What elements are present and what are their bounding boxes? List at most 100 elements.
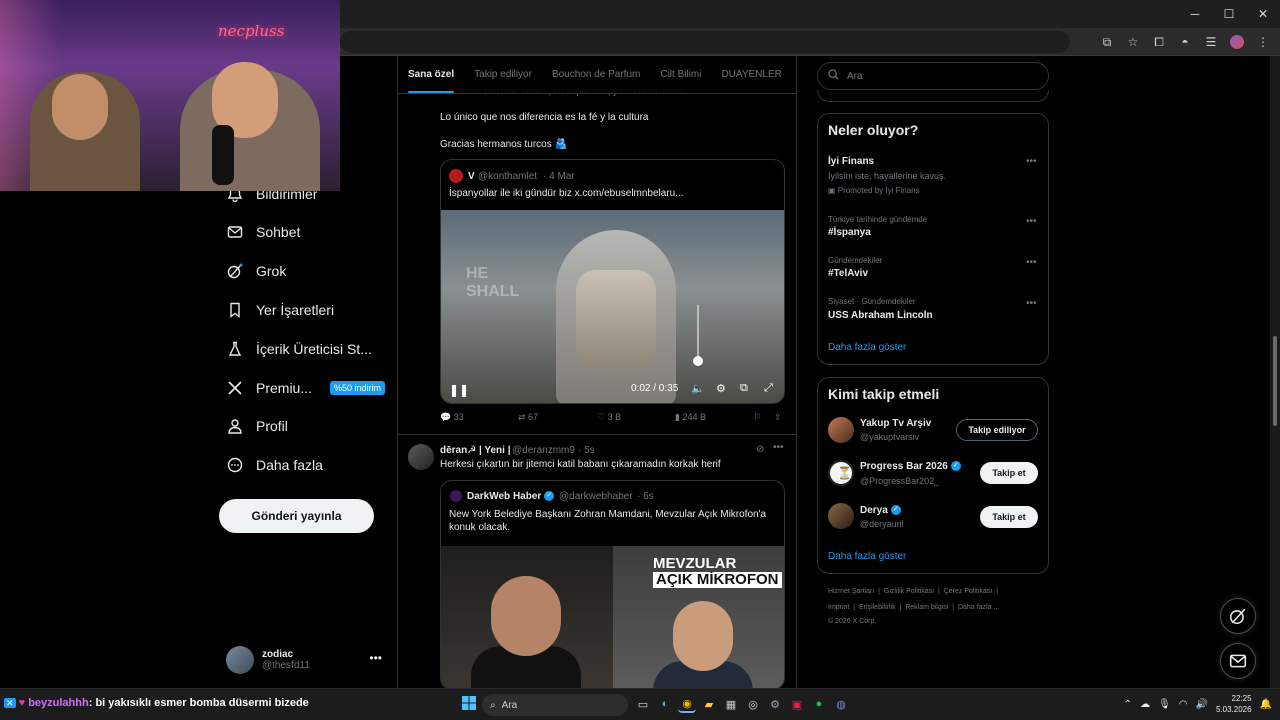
trend-name[interactable]: #TelAviv (828, 268, 868, 279)
tab-duayenler[interactable]: DUAYENLER (711, 56, 791, 93)
suggestion-name[interactable]: Progress Bar 2026 ✓ (860, 461, 961, 472)
promo-name[interactable]: İyi Finans (828, 156, 874, 167)
sidebar-item-more[interactable]: Daha fazla (226, 449, 323, 481)
url-input[interactable] (340, 31, 1070, 53)
footer-link[interactable]: Reklam bilgisi (905, 604, 948, 611)
minimize-button[interactable]: ─ (1178, 0, 1212, 28)
messages-fab[interactable] (1220, 643, 1256, 679)
page-scrollbar[interactable] (1270, 56, 1280, 688)
account-switcher[interactable]: zodiac @thesfd11 ••• (226, 643, 386, 677)
volume-icon[interactable]: 🔊 (1196, 699, 1208, 710)
follow-button[interactable]: Takip et (980, 462, 1038, 484)
avatar[interactable] (408, 444, 434, 470)
quoted-tweet[interactable]: DarkWeb Haber ✓ @darkwebhaber · 6s New Yo… (440, 480, 785, 690)
terminal-icon[interactable]: ▦ (722, 695, 740, 713)
incognito-icon[interactable]: ◓ (1172, 28, 1198, 56)
scrollbar-thumb[interactable] (1273, 336, 1277, 426)
show-more-link[interactable]: Daha fazla göster (828, 342, 906, 353)
edge-icon[interactable]: ◐ (656, 695, 674, 713)
grok-fab[interactable] (1220, 598, 1256, 634)
footer-link[interactable]: Daha fazla ... (958, 604, 999, 611)
windows-start-icon[interactable] (462, 696, 478, 712)
avatar[interactable] (828, 503, 854, 529)
post-button[interactable]: Gönderi yayınla (219, 499, 374, 533)
footer-link[interactable]: Gizlilik Politikası (884, 588, 934, 595)
like-button[interactable]: ♡ 3 B (597, 412, 621, 423)
obs-icon[interactable]: ◎ (744, 695, 762, 713)
maximize-button[interactable]: ☐ (1212, 0, 1246, 28)
quote-image[interactable] (441, 546, 613, 689)
pause-icon[interactable]: ❚❚ (449, 383, 469, 397)
following-button[interactable]: Takip ediliyor (956, 419, 1038, 441)
clock[interactable]: 22:25 5.03.2026 (1216, 693, 1252, 715)
tab-cilt-bilimi[interactable]: Cilt Bilimi (650, 56, 711, 93)
account-name: zodiac (262, 649, 294, 660)
sidebar-item-bookmarks[interactable]: Yer İşaretleri (226, 294, 334, 326)
grok-icon[interactable]: ⊘ (756, 444, 764, 455)
footer-link[interactable]: Hizmet Şartları (828, 588, 874, 595)
taskbar-search[interactable]: ⌕ Ara (482, 694, 628, 716)
close-window-button[interactable]: ✕ (1246, 0, 1280, 28)
tab-bouchon-de-parfum[interactable]: Bouchon de Parfum (542, 56, 650, 93)
more-dots-icon[interactable]: ••• (1026, 156, 1037, 167)
more-dots-icon[interactable]: ••• (1026, 257, 1037, 268)
settings-gear-icon[interactable]: ⚙ (716, 382, 726, 395)
browser-menu-icon[interactable]: ⋮ (1250, 28, 1276, 56)
bookmark-button[interactable]: ⚐ (753, 412, 761, 423)
reply-button[interactable]: 💬 33 (440, 412, 464, 423)
steam-icon[interactable]: ⚙ (766, 695, 784, 713)
tab-following[interactable]: Takip ediliyor (464, 56, 542, 93)
footer-link[interactable]: Imprint (828, 604, 849, 611)
star-bookmark-icon[interactable]: ☆ (1120, 28, 1146, 56)
fullscreen-icon[interactable]: ⤢ (764, 382, 773, 395)
sidebar-item-creator-studio[interactable]: İçerik Üreticisi St... (226, 333, 372, 365)
profile-icon[interactable] (1224, 28, 1250, 56)
chevron-up-icon[interactable]: ⌃ (1124, 699, 1132, 710)
trend-name[interactable]: USS Abraham Lincoln (828, 310, 933, 321)
file-explorer-icon[interactable]: ▰ (700, 695, 718, 713)
search-input[interactable]: Ara (817, 62, 1049, 90)
volume-icon[interactable]: 🔈 (691, 382, 705, 395)
show-more-link[interactable]: Daha fazla göster (828, 551, 906, 562)
more-dots-icon[interactable]: ••• (369, 651, 382, 665)
suggestion-name[interactable]: Yakup Tv Arşiv (860, 418, 931, 429)
views-button[interactable]: ▮ 244 B (675, 412, 706, 423)
sidebar-item-chat[interactable]: Sohbet (226, 216, 300, 248)
more-dots-icon[interactable]: ••• (773, 442, 784, 453)
mic-icon[interactable]: 🎙 (1158, 699, 1171, 710)
onedrive-icon[interactable]: ☁ (1140, 699, 1150, 710)
more-dots-icon[interactable]: ••• (1026, 298, 1037, 309)
follow-button[interactable]: Takip et (980, 506, 1038, 528)
task-view-icon[interactable]: ▭ (634, 695, 652, 713)
tab-for-you[interactable]: Sana özel (398, 56, 464, 93)
trend-name[interactable]: #İspanya (828, 227, 871, 238)
repost-button[interactable]: ⇄ 67 (518, 412, 538, 423)
chrome-icon[interactable]: ◉ (678, 695, 696, 713)
extensions-icon[interactable]: ⧠ (1146, 28, 1172, 56)
video-player[interactable]: HE SHALL ❚❚ 0:02 / 0:35 🔈 ⚙ ⧉ ⤢ (441, 210, 784, 403)
notification-bell-icon[interactable]: 🔔 (1260, 699, 1272, 710)
share-button[interactable]: ⇪ (774, 412, 782, 423)
video-controls: ❚❚ 0:02 / 0:35 🔈 ⚙ ⧉ ⤢ (441, 375, 784, 403)
cast-icon[interactable]: ⧉ (1094, 28, 1120, 56)
footer-link[interactable]: Erişilebilirlik (859, 604, 896, 611)
footer-link[interactable]: Çerez Politikası (944, 588, 993, 595)
volume-slider-handle[interactable] (693, 356, 703, 366)
reading-list-icon[interactable]: ☰ (1198, 28, 1224, 56)
sidebar-item-label: Profil (256, 418, 288, 434)
more-dots-icon[interactable]: ••• (1026, 216, 1037, 227)
discord-icon[interactable]: ◍ (832, 695, 850, 713)
tweet-author-name[interactable]: dēran☭ | Yeni | (440, 445, 511, 456)
quote-image[interactable]: MEVZULAR AÇIK MİKROFON (613, 546, 784, 689)
sidebar-item-premium[interactable]: Premiu... %50 indirim (226, 372, 386, 404)
quoted-tweet[interactable]: V @konthamlet · 4 Mar İspanyollar ile ik… (440, 159, 785, 404)
wifi-icon[interactable]: ◠ (1179, 699, 1188, 710)
pip-icon[interactable]: ⧉ (740, 382, 748, 395)
bookmark-icon (226, 301, 244, 319)
sidebar-item-profile[interactable]: Profil (226, 410, 288, 442)
sidebar-item-grok[interactable]: Grok (226, 255, 286, 287)
avatar[interactable] (828, 417, 854, 443)
app-icon[interactable]: ▣ (788, 695, 806, 713)
spotify-icon[interactable]: ● (810, 695, 828, 713)
suggestion-name[interactable]: Derya ✓ (860, 505, 901, 516)
